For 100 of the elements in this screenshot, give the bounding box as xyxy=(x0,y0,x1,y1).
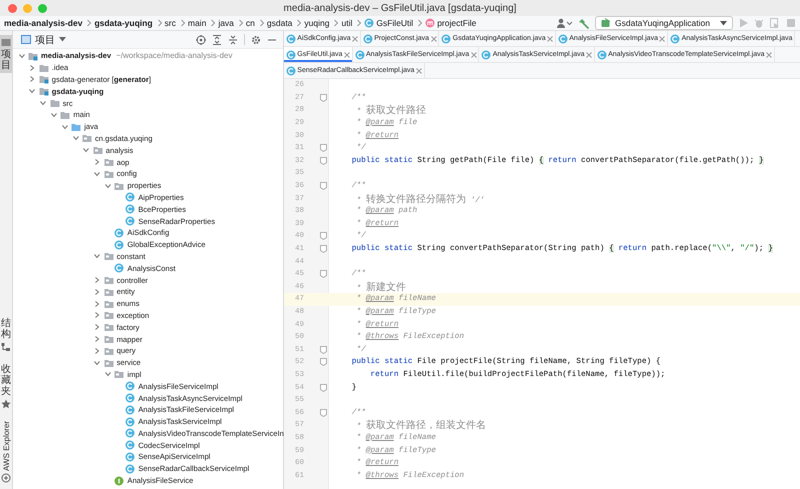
user-account-icon[interactable] xyxy=(556,18,572,28)
collapse-all-icon[interactable] xyxy=(228,34,238,44)
hammer-icon[interactable] xyxy=(578,18,589,28)
chevron-down-icon[interactable] xyxy=(39,99,48,108)
class-icon xyxy=(114,240,124,250)
path-text: ~/workspace/media-analysis-dev xyxy=(116,51,232,60)
window-icon xyxy=(21,35,31,44)
breadcrumb-item[interactable]: java xyxy=(218,18,234,28)
package-icon xyxy=(104,346,114,356)
window-title: media-analysis-dev – GsFileUtil.java [gsdata-yuqing] xyxy=(284,2,516,14)
chevron-right-icon[interactable] xyxy=(28,64,36,72)
package-icon xyxy=(104,358,114,368)
close-icon[interactable] xyxy=(547,36,554,42)
chevron-right-icon[interactable] xyxy=(93,158,102,166)
fold-marker-icon[interactable] xyxy=(320,182,327,190)
class-icon xyxy=(125,416,136,427)
close-icon[interactable] xyxy=(416,68,422,74)
chevron-right-icon[interactable] xyxy=(93,323,102,332)
tool-window-button[interactable]: 项目 xyxy=(0,35,12,73)
chevron-right-icon[interactable] xyxy=(93,346,102,355)
chevron-right-icon xyxy=(210,19,216,27)
close-icon[interactable] xyxy=(766,52,772,58)
class-icon xyxy=(125,428,136,438)
module-folder-icon xyxy=(38,74,49,84)
caret-icon xyxy=(59,37,66,42)
breadcrumb-item[interactable]: util xyxy=(341,18,352,28)
chevron-right-icon[interactable] xyxy=(93,300,102,308)
class-icon xyxy=(558,34,568,44)
fold-marker-icon[interactable] xyxy=(320,384,327,392)
chevron-down-icon[interactable] xyxy=(28,87,36,96)
package-icon xyxy=(104,275,114,286)
breadcrumb-item[interactable]: gsdata-yuqing xyxy=(94,18,153,28)
class-icon xyxy=(441,34,452,44)
chevron-down-icon[interactable] xyxy=(93,358,102,367)
breadcrumb-item[interactable]: GsFileUtil xyxy=(376,18,414,28)
chevron-down-icon[interactable] xyxy=(18,52,26,60)
fold-marker-icon[interactable] xyxy=(320,232,327,240)
chevron-right-icon xyxy=(333,19,340,27)
fold-marker-icon[interactable] xyxy=(320,156,327,165)
chevron-right-icon xyxy=(356,19,362,27)
fold-marker-icon[interactable] xyxy=(320,408,327,417)
breadcrumb-item[interactable]: media-analysis-dev xyxy=(4,18,82,28)
breadcrumb-item[interactable]: cn xyxy=(246,18,255,28)
expand-all-icon[interactable] xyxy=(212,34,222,44)
breadcrumb-item[interactable]: main xyxy=(188,18,206,28)
close-icon[interactable] xyxy=(352,36,358,42)
chevron-down-icon[interactable] xyxy=(72,134,80,142)
fold-marker-icon[interactable] xyxy=(320,144,327,152)
tool-window-button[interactable]: AWS Explorer xyxy=(0,419,12,485)
folder-icon xyxy=(1,37,11,47)
chevron-right-icon[interactable] xyxy=(93,288,102,296)
fold-marker-icon[interactable] xyxy=(320,358,327,366)
close-icon[interactable] xyxy=(344,52,350,58)
chevron-right-icon[interactable] xyxy=(93,311,102,320)
class-icon xyxy=(125,204,136,214)
close-icon[interactable] xyxy=(659,36,666,42)
view-selector[interactable]: 项目 xyxy=(21,32,66,46)
module-folder-icon xyxy=(38,86,49,96)
chevron-right-icon xyxy=(86,19,92,27)
breadcrumb-item[interactable]: gsdata xyxy=(266,18,292,28)
close-icon[interactable] xyxy=(470,52,477,58)
chevron-down-icon[interactable] xyxy=(104,370,112,378)
breadcrumb-item[interactable]: projectFile xyxy=(437,18,476,28)
close-button[interactable] xyxy=(8,4,17,12)
chevron-down-icon[interactable] xyxy=(82,146,90,154)
class-icon xyxy=(125,192,136,202)
folder-icon xyxy=(60,110,70,120)
class-icon xyxy=(125,452,136,462)
package-icon xyxy=(104,251,114,262)
close-icon[interactable] xyxy=(430,36,437,42)
breadcrumb-item[interactable]: src xyxy=(164,18,176,28)
tool-window-button[interactable]: 结构 xyxy=(0,316,12,354)
chevron-right-icon[interactable] xyxy=(93,335,102,344)
chevron-right-icon[interactable] xyxy=(93,276,102,284)
chevron-down-icon[interactable] xyxy=(93,252,102,260)
source-folder-icon xyxy=(71,122,82,132)
chevron-down-icon[interactable] xyxy=(60,122,69,131)
chevron-down-icon[interactable] xyxy=(93,170,102,178)
close-icon[interactable] xyxy=(586,52,592,58)
fold-marker-icon[interactable] xyxy=(320,346,327,354)
package-icon xyxy=(104,286,114,297)
chevron-right-icon[interactable] xyxy=(28,75,36,84)
class-icon xyxy=(670,34,680,44)
breadcrumb-item[interactable]: yuqing xyxy=(304,18,330,28)
plus-circle-icon xyxy=(1,473,11,483)
chevron-down-icon[interactable] xyxy=(104,182,112,190)
chevron-right-icon xyxy=(417,19,424,27)
chevron-right-icon xyxy=(296,19,302,27)
chevron-right-icon xyxy=(180,19,186,27)
fold-marker-icon[interactable] xyxy=(320,94,327,102)
fold-marker-icon[interactable] xyxy=(320,270,327,278)
package-icon xyxy=(104,298,114,309)
run-configuration-dropdown[interactable]: GsdataYuqingApplication xyxy=(595,16,733,30)
fold-marker-icon[interactable] xyxy=(320,245,327,254)
settings-icon[interactable] xyxy=(251,34,261,44)
tool-window-button[interactable]: 收藏夹 xyxy=(0,362,12,412)
locate-icon[interactable] xyxy=(196,34,206,44)
package-icon xyxy=(92,145,103,156)
chevron-down-icon[interactable] xyxy=(50,110,58,119)
package-icon xyxy=(104,322,114,332)
